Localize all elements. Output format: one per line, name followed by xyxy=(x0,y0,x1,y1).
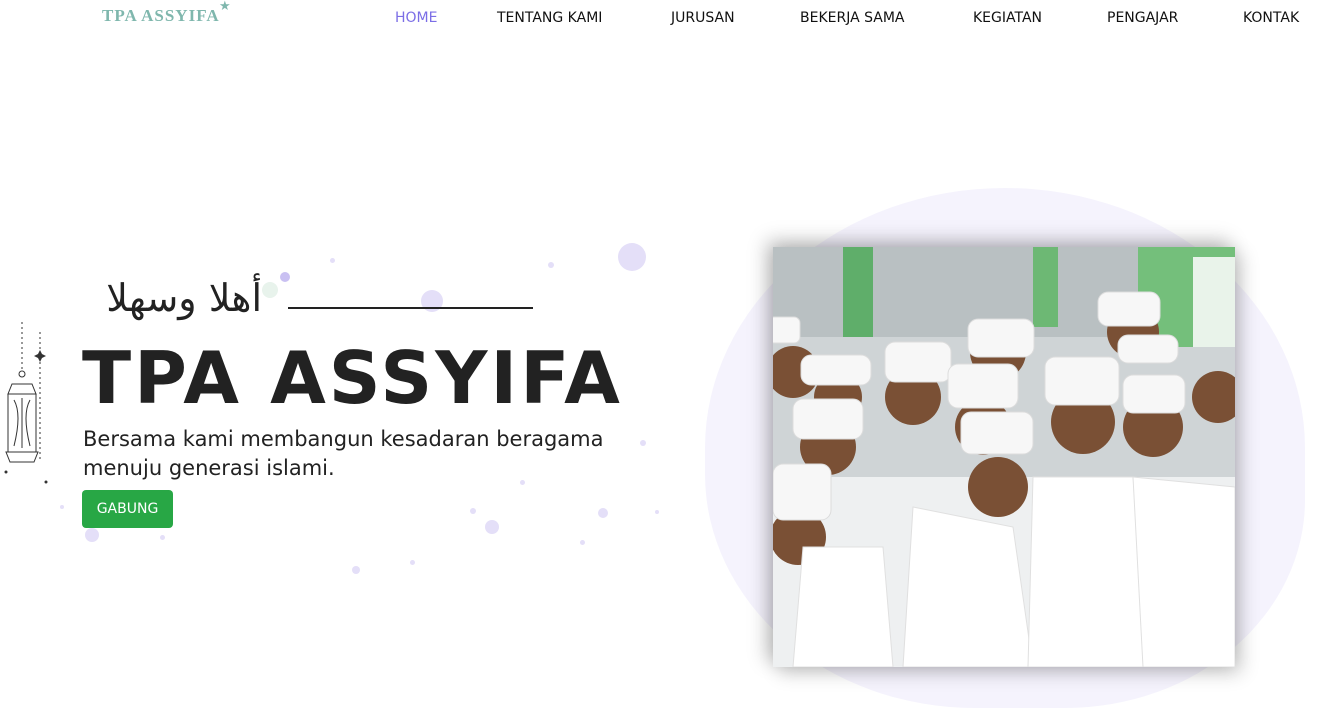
nav-jurusan[interactable]: JURUSAN xyxy=(671,10,735,26)
navbar: TPA ASSYIFA ★ HOME TENTANG KAMI JURUSAN … xyxy=(0,0,1343,38)
nav-kontak[interactable]: KONTAK xyxy=(1243,10,1299,26)
hero-title: TPA ASSYIFA xyxy=(82,336,623,420)
hero-subtitle: Bersama kami membangun kesadaran beragam… xyxy=(83,427,604,480)
hero-photo-illustration xyxy=(773,247,1235,667)
nav-kegiatan[interactable]: KEGIATAN xyxy=(973,10,1042,26)
hero-photo xyxy=(773,247,1235,667)
nav-pengajar[interactable]: PENGAJAR xyxy=(1107,10,1178,26)
lantern-icon xyxy=(4,322,48,484)
join-button[interactable]: GABUNG xyxy=(82,490,173,528)
nav-bekerja-sama[interactable]: BEKERJA SAMA xyxy=(800,10,905,26)
arabic-greeting: أهلا وسهلا xyxy=(106,276,262,320)
nav-tentang-kami[interactable]: TENTANG KAMI xyxy=(497,10,602,26)
divider-line xyxy=(288,307,533,309)
nav-home[interactable]: HOME xyxy=(395,10,437,26)
logo-star-icon: ★ xyxy=(219,0,231,14)
site-logo[interactable]: TPA ASSYIFA xyxy=(102,6,220,26)
